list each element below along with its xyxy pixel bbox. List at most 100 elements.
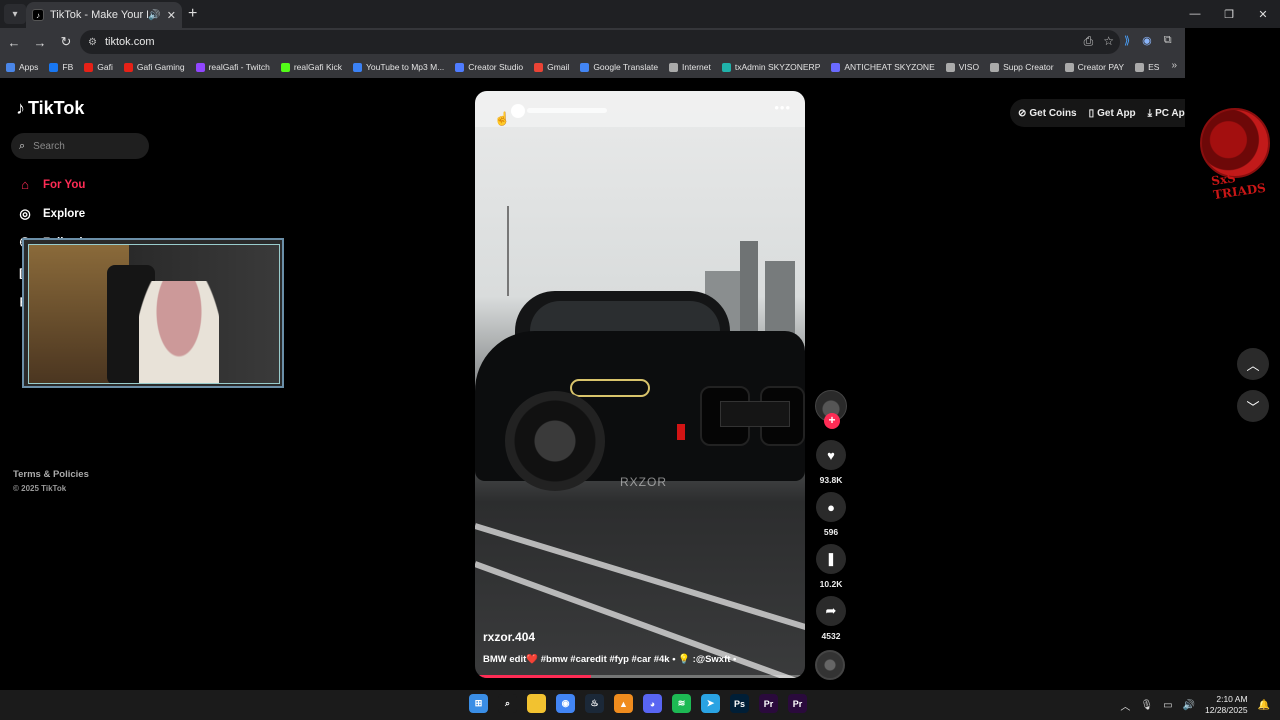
profile-extension-icon[interactable]: ◉ — [1142, 34, 1152, 47]
browser-tab[interactable]: ♪ TikTok - Make Your Day 🔊 ✕ — [26, 2, 182, 28]
window-controls: — ❐ ✕ — [1178, 0, 1280, 28]
bookmark-item[interactable]: VISO — [945, 62, 979, 72]
share-action[interactable]: ➦ 4532 — [815, 596, 847, 641]
tab-search-button[interactable]: ▾ — [4, 4, 26, 24]
bookmark-item[interactable]: txAdmin SKYZONERP — [721, 62, 820, 72]
premiere-icon-2[interactable]: Pr — [788, 694, 807, 713]
bookmark-star-icon[interactable]: ☆ — [1103, 34, 1114, 49]
extensions-puzzle-icon[interactable]: ⧉ — [1164, 34, 1172, 47]
search-taskbar-icon[interactable]: ⌕ — [498, 694, 517, 713]
sidebar-item-label: For You — [43, 178, 86, 191]
home-icon: ⌂ — [21, 177, 29, 193]
bookmark-item[interactable]: Supp Creator — [990, 62, 1054, 72]
search-placeholder: Search — [33, 140, 65, 152]
bookmark-item[interactable]: Creator PAY — [1064, 62, 1124, 72]
follow-plus-icon[interactable]: + — [824, 413, 840, 429]
clock-date: 12/28/2025 — [1205, 705, 1248, 715]
microphone-icon[interactable]: 🎙 — [1140, 700, 1153, 711]
coin-icon: ⊘ — [1018, 107, 1027, 119]
bookmark-item[interactable]: Apps — [6, 62, 38, 72]
premiere-icon[interactable]: Pr — [759, 694, 778, 713]
bookmarks-overflow-icon[interactable]: » — [1171, 60, 1177, 71]
creator-avatar[interactable]: + — [815, 390, 847, 429]
bookmark-label: Gafi Gaming — [136, 62, 185, 72]
music-disc-icon[interactable] — [815, 650, 845, 680]
heart-icon[interactable]: ♥ — [816, 440, 846, 470]
vlc-icon[interactable]: ▲ — [614, 694, 633, 713]
bookmark-item[interactable]: Google Translate — [580, 62, 658, 72]
sidebar-item-explore[interactable]: ◎ Explore — [16, 199, 97, 228]
bookmark-item[interactable]: Gafi — [84, 62, 113, 72]
bookmark-item[interactable]: Gafi Gaming — [123, 62, 185, 72]
get-coins-button[interactable]: ⊘ Get Coins — [1018, 108, 1077, 119]
sidebar-item-for-you[interactable]: ⌂ For You — [16, 170, 97, 199]
bookmark-item[interactable]: YouTube to Mp3 M... — [353, 62, 444, 72]
bookmark-item[interactable]: FB — [49, 62, 73, 72]
close-window-button[interactable]: ✕ — [1246, 0, 1280, 28]
new-tab-button[interactable]: + — [188, 6, 197, 22]
bookmark-item[interactable]: realGafi - Twitch — [195, 62, 270, 72]
steam-icon[interactable]: ♨ — [585, 694, 604, 713]
search-input[interactable]: ⌕ Search — [11, 133, 149, 159]
bookmark-icon[interactable]: ❚ — [816, 544, 846, 574]
share-icon[interactable]: ➦ — [816, 596, 846, 626]
url-field[interactable]: ⚙ tiktok.com ⎙ ☆ — [80, 30, 1120, 54]
bookmarks-bar: Apps FB Gafi Gafi Gaming realGafi - Twitch re… — [0, 56, 1185, 78]
sidebar-footer: Terms & Policies © 2025 TikTok — [13, 469, 89, 493]
bookmark-item[interactable]: Internet — [669, 62, 711, 72]
like-action[interactable]: ♥ 93.8K — [815, 440, 847, 485]
get-app-button[interactable]: ▯ Get App — [1089, 108, 1136, 119]
close-tab-icon[interactable]: ✕ — [167, 9, 176, 22]
network-icon[interactable]: ▭ — [1163, 700, 1172, 711]
tiktok-note-icon: ♪ — [16, 98, 25, 118]
bookmark-item[interactable]: ES — [1135, 62, 1159, 72]
get-coins-label: Get Coins — [1029, 107, 1077, 119]
previous-video-button[interactable]: ︿ — [1237, 348, 1269, 380]
bookmark-favicon-icon — [990, 62, 1000, 72]
terms-link[interactable]: Terms & Policies — [13, 469, 89, 480]
comment-icon[interactable]: ● — [816, 492, 846, 522]
file-explorer-icon[interactable] — [527, 694, 546, 713]
reload-button[interactable]: ↻ — [54, 30, 78, 54]
volume-slider[interactable] — [527, 108, 607, 113]
bookmark-label: Gmail — [547, 62, 570, 72]
phone-icon: ▯ — [1088, 107, 1095, 119]
screen: ▾ ♪ TikTok - Make Your Day 🔊 ✕ + — ❐ ✕ ←… — [0, 0, 1280, 720]
extension-icon[interactable]: ⟫ — [1124, 34, 1130, 47]
minimize-button[interactable]: — — [1178, 0, 1212, 28]
volume-tray-icon[interactable]: 🔊 — [1183, 700, 1195, 711]
bookmark-item[interactable]: realGafi Kick — [280, 62, 343, 72]
windows-start-icon[interactable]: ⊞ — [469, 694, 488, 713]
video-progress-fill — [475, 675, 591, 678]
bookmark-item[interactable]: ANTICHEAT SKYZONE — [831, 62, 935, 72]
spotify-icon[interactable]: ≋ — [672, 694, 691, 713]
notifications-icon[interactable]: 🔔 — [1258, 700, 1270, 711]
clock-time: 2:10 AM — [1216, 694, 1248, 704]
video-username[interactable]: rxzor.404 — [483, 630, 535, 644]
install-app-icon[interactable]: ⎙ — [1084, 34, 1094, 49]
tray-overflow-icon[interactable]: ︿ — [1120, 698, 1130, 713]
forward-button[interactable]: → — [28, 30, 52, 54]
action-bar: + ♥ 93.8K ● 596 ❚ 10.2K ➦ 4532 — [815, 390, 847, 680]
next-video-button[interactable]: ﹀ — [1237, 390, 1269, 422]
maximize-button[interactable]: ❐ — [1212, 0, 1246, 28]
bookmark-item[interactable]: Gmail — [534, 62, 569, 72]
video-player[interactable]: RXZOR ••• ☝ rxzor.404 BMW edit❤️ #bmw #c… — [475, 91, 805, 678]
bookmark-item[interactable]: Creator Studio — [455, 62, 523, 72]
pc-app-button[interactable]: ⤓ PC Ap — [1148, 108, 1185, 119]
comment-action[interactable]: ● 596 — [815, 492, 847, 537]
bookmark-label: realGafi Kick — [293, 62, 343, 72]
volume-icon[interactable] — [511, 104, 525, 118]
bookmark-label: Google Translate — [593, 62, 659, 72]
system-clock[interactable]: 2:10 AM 12/28/2025 — [1205, 694, 1248, 716]
speaker-icon[interactable]: 🔊 — [148, 10, 160, 21]
telegram-icon[interactable]: ➤ — [701, 694, 720, 713]
save-action[interactable]: ❚ 10.2K — [815, 544, 847, 589]
discord-icon[interactable]: ◕ — [643, 694, 662, 713]
site-info-icon[interactable]: ⚙ — [88, 37, 97, 48]
photoshop-icon[interactable]: Ps — [730, 694, 749, 713]
back-button[interactable]: ← — [2, 30, 26, 54]
more-options-icon[interactable]: ••• — [774, 100, 791, 115]
tiktok-logo[interactable]: ♪ TikTok — [16, 98, 84, 119]
chrome-icon[interactable]: ◉ — [556, 694, 575, 713]
